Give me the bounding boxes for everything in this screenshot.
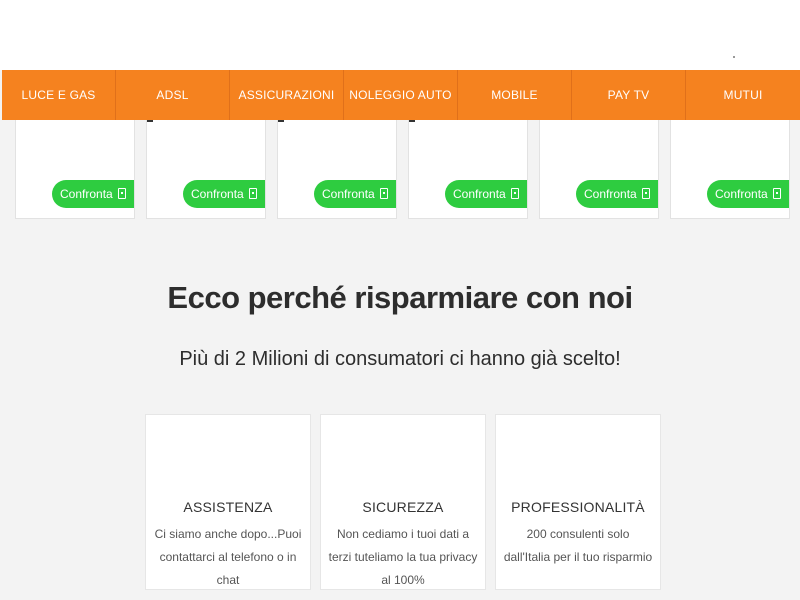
compare-button-label: Confronta <box>60 187 113 201</box>
card-marker <box>278 120 284 122</box>
compare-button-label: Confronta <box>715 187 768 201</box>
offer-card: Confronta <box>277 120 397 219</box>
card-marker <box>409 120 415 122</box>
header-dot <box>733 56 735 58</box>
offer-card: Confronta <box>670 120 790 219</box>
compare-button-label: Confronta <box>322 187 375 201</box>
compare-button[interactable]: Confronta <box>707 180 789 208</box>
features-row: ASSISTENZA Ci siamo anche dopo...Puoi co… <box>0 414 800 600</box>
category-nav: LUCE E GAS ADSL ASSICURAZIONI NOLEGGIO A… <box>2 70 800 120</box>
offer-card: Confronta <box>539 120 659 219</box>
feature-card-sicurezza: SICUREZZA Non cediamo i tuoi dati a terz… <box>320 414 486 590</box>
nav-item-adsl[interactable]: ADSL <box>116 70 230 120</box>
mobile-phone-icon <box>511 188 519 199</box>
compare-button[interactable]: Confronta <box>445 180 527 208</box>
section-subtitle: Più di 2 Milioni di consumatori ci hanno… <box>179 348 621 370</box>
feature-title: SICUREZZA <box>362 499 444 515</box>
offer-card: Confronta <box>408 120 528 219</box>
mobile-phone-icon <box>249 188 257 199</box>
feature-title: PROFESSIONALITÀ <box>511 499 645 515</box>
compare-button-label: Confronta <box>453 187 506 201</box>
mobile-phone-icon <box>118 188 126 199</box>
compare-button[interactable]: Confronta <box>183 180 265 208</box>
offer-card: Confronta <box>15 120 135 219</box>
compare-button[interactable]: Confronta <box>314 180 396 208</box>
nav-item-assicurazioni[interactable]: ASSICURAZIONI <box>230 70 344 120</box>
nav-item-pay-tv[interactable]: PAY TV <box>572 70 686 120</box>
offer-cards: Confronta Confronta Confronta Confronta … <box>0 120 800 220</box>
top-header <box>0 0 800 70</box>
feature-description: Non cediamo i tuoi dati a terzi tuteliam… <box>328 527 478 587</box>
feature-card-assistenza: ASSISTENZA Ci siamo anche dopo...Puoi co… <box>145 414 311 590</box>
nav-item-mutui[interactable]: MUTUI <box>686 70 800 120</box>
nav-item-noleggio-auto[interactable]: NOLEGGIO AUTO <box>344 70 458 120</box>
mobile-phone-icon <box>773 188 781 199</box>
feature-description: 200 consulenti solo dall'Italia per il t… <box>503 527 653 564</box>
mobile-phone-icon <box>642 188 650 199</box>
feature-description: Ci siamo anche dopo...Puoi contattarci a… <box>154 527 302 587</box>
compare-button-label: Confronta <box>191 187 244 201</box>
compare-button-label: Confronta <box>584 187 637 201</box>
compare-button[interactable]: Confronta <box>52 180 134 208</box>
feature-title: ASSISTENZA <box>183 499 273 515</box>
offer-card: Confronta <box>146 120 266 219</box>
mobile-phone-icon <box>380 188 388 199</box>
compare-button[interactable]: Confronta <box>576 180 658 208</box>
nav-item-luce-e-gas[interactable]: LUCE E GAS <box>2 70 116 120</box>
feature-card-professionalita: PROFESSIONALITÀ 200 consulenti solo dall… <box>495 414 661 590</box>
section-title: Ecco perché risparmiare con noi <box>167 280 633 315</box>
card-marker <box>147 120 153 122</box>
nav-item-mobile[interactable]: MOBILE <box>458 70 572 120</box>
